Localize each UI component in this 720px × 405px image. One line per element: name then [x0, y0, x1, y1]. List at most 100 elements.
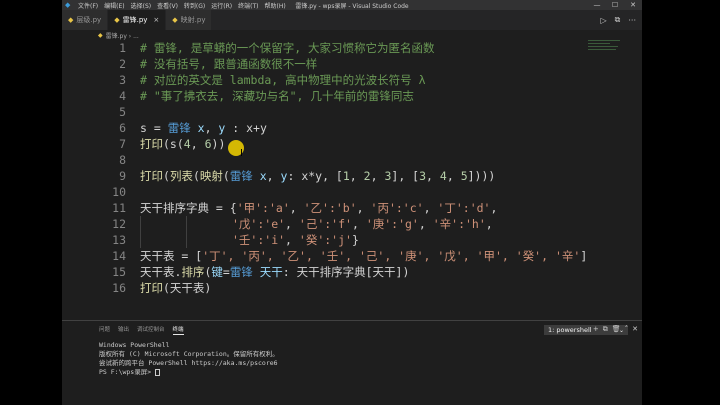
code-token: 4: [183, 137, 191, 151]
split-terminal-icon[interactable]: ⧉: [603, 325, 608, 334]
code-text: 天干排序字典 = {'甲':'a', '乙':'b', '丙':'c', '丁'…: [140, 200, 497, 216]
editor-actions: ▷ ⧉ ···: [600, 10, 642, 30]
python-file-icon: ◆: [114, 16, 120, 24]
code-token: '癸':'j': [298, 233, 352, 247]
code-line: 9 打印(列表(映射(雷锋 x, y: x*y, [1, 2, 3], [3, …: [62, 168, 642, 184]
code-token: '甲':'a': [236, 201, 290, 215]
tab-problems[interactable]: 问题: [99, 325, 110, 335]
code-token: 天干表.: [140, 265, 182, 279]
menu-edit[interactable]: 编辑(E): [101, 1, 127, 10]
minimize-icon[interactable]: —: [588, 0, 606, 10]
code-line: 2 # 没有括号, 跟普通函数很不一样: [62, 56, 642, 72]
tab-terminal[interactable]: 终端: [172, 325, 184, 335]
menu-help[interactable]: 帮助(H): [261, 1, 288, 10]
tab-output[interactable]: 输出: [118, 325, 129, 335]
code-token: ,: [266, 169, 281, 183]
code-token: 天干表 = [: [140, 249, 203, 263]
title-bar: ◆ 文件(F) 编辑(E) 选择(S) 查看(V) 转到(G) 运行(R) 终端…: [62, 0, 642, 10]
breadcrumb-path[interactable]: 雷锋.py › ...: [106, 31, 139, 40]
maximize-panel-icon[interactable]: ˄: [625, 325, 629, 334]
menu-file[interactable]: 文件(F): [75, 1, 101, 10]
code-token: ,: [285, 233, 299, 247]
close-panel-icon[interactable]: ✕: [632, 325, 638, 334]
close-tab-icon[interactable]: ×: [153, 16, 159, 24]
indent-guide: [186, 232, 187, 248]
code-token: 5: [460, 169, 468, 183]
tab-debug-console[interactable]: 调试控制台: [137, 325, 165, 335]
line-number: 6: [119, 121, 126, 135]
panel-tabs: 问题 输出 调试控制台 终端: [99, 325, 184, 335]
code-line: 10: [62, 184, 642, 200]
code-token: 打印: [140, 169, 163, 183]
vscode-window: ◆ 文件(F) 编辑(E) 选择(S) 查看(V) 转到(G) 运行(R) 终端…: [62, 0, 642, 405]
editor-tab-bar: ◆ 层级.py ◆ 雷锋.py × ◆ 映射.py ▷ ⧉ ···: [62, 10, 642, 30]
code-text: '戊':'e', '己':'f', '庚':'g', '辛':'h',: [232, 216, 493, 232]
code-token: =: [222, 265, 230, 279]
split-editor-icon[interactable]: ⧉: [615, 15, 621, 25]
code-text: 打印(列表(映射(雷锋 x, y: x*y, [1, 2, 3], [3, 4,…: [140, 168, 495, 184]
tab-label: 映射.py: [180, 16, 206, 24]
code-editor[interactable]: 1 # 雷锋, 是草蟒的一个保留字, 大家习惯称它为匿名函数 2 # 没有括号,…: [62, 40, 642, 317]
terminal-select-value: 1: powershell: [548, 326, 592, 334]
code-text: # 没有括号, 跟普通函数很不一样: [140, 57, 318, 71]
code-line: 7 打印(s(4, 6)): [62, 136, 642, 152]
tab-label: 层级.py: [76, 16, 102, 24]
menu-run[interactable]: 运行(R): [208, 1, 235, 10]
code-token: 天干: [252, 265, 283, 279]
code-token: (: [192, 169, 200, 183]
terminal-line: 尝试新的跨平台 PowerShell https://aka.ms/pscore…: [99, 359, 278, 367]
tab-cengji[interactable]: ◆ 层级.py: [62, 10, 109, 30]
line-number: 15: [112, 265, 126, 279]
code-token: '丁':'d': [437, 201, 491, 215]
menu-goto[interactable]: 转到(G): [181, 1, 208, 10]
line-number: 3: [119, 73, 126, 87]
code-line: 5: [62, 104, 642, 120]
line-number: 10: [112, 185, 126, 199]
code-token: 6: [204, 137, 212, 151]
code-token: : x*y, [: [287, 169, 343, 183]
bottom-panel: 问题 输出 调试控制台 终端 1: powershell ⌄ + ⧉ 🗑 ˄ ✕…: [62, 320, 642, 405]
code-token: 排序: [181, 265, 205, 279]
code-token: 2: [363, 169, 371, 183]
terminal-prompt: PS F:\wps录屏>: [99, 368, 156, 376]
maximize-icon[interactable]: ☐: [606, 0, 624, 10]
code-line: 4 # "事了拂衣去, 深藏功与名", 几十年前的雷锋同志: [62, 88, 642, 104]
text-cursor-icon: I: [240, 148, 243, 159]
menu-selection[interactable]: 选择(S): [128, 1, 155, 10]
tab-leifeng[interactable]: ◆ 雷锋.py ×: [108, 10, 167, 30]
code-token: '丙':'c': [370, 201, 424, 215]
code-token: '丁', '丙', '乙', '壬', '己', '庚', '戊', '甲', …: [202, 249, 581, 263]
add-terminal-icon[interactable]: +: [593, 325, 599, 334]
menu-view[interactable]: 查看(V): [154, 1, 181, 10]
menu-bar: 文件(F) 编辑(E) 选择(S) 查看(V) 转到(G) 运行(R) 终端(T…: [75, 1, 289, 10]
code-line: 6 s = 雷锋 x, y : x+y: [62, 120, 642, 136]
code-token: '己':'f': [298, 217, 352, 231]
python-file-icon: ◆: [68, 16, 74, 24]
code-token: ,: [351, 217, 366, 231]
terminal-output[interactable]: Windows PowerShell 版权所有 (C) Microsoft Cor…: [99, 341, 279, 377]
more-actions-icon[interactable]: ···: [628, 16, 636, 25]
minimap[interactable]: [588, 40, 628, 130]
code-token: 列表: [169, 169, 193, 183]
trash-icon[interactable]: 🗑: [612, 325, 621, 334]
code-token: '戊':'e': [232, 217, 286, 231]
code-token: 1: [342, 169, 350, 183]
line-number: 16: [112, 281, 126, 295]
run-icon[interactable]: ▷: [600, 16, 606, 25]
code-token: ,: [418, 217, 433, 231]
tab-yingshe[interactable]: ◆ 映射.py: [166, 10, 213, 30]
code-token: ,: [289, 201, 304, 215]
python-file-icon: ◆: [98, 31, 103, 39]
code-token: '辛':'h': [432, 217, 486, 231]
line-number: 11: [112, 201, 126, 215]
code-line: 11 天干排序字典 = {'甲':'a', '乙':'b', '丙':'c', …: [62, 200, 642, 216]
menu-terminal[interactable]: 终端(T): [235, 1, 261, 10]
code-token: 雷锋: [167, 121, 191, 135]
code-token: 3: [419, 169, 427, 183]
code-token: ,: [490, 201, 498, 215]
code-token: 4: [439, 169, 447, 183]
code-token: (天干表): [163, 281, 212, 295]
close-window-icon[interactable]: ✕: [624, 0, 642, 10]
code-token: ], [: [391, 169, 420, 183]
code-token: )): [211, 137, 226, 151]
